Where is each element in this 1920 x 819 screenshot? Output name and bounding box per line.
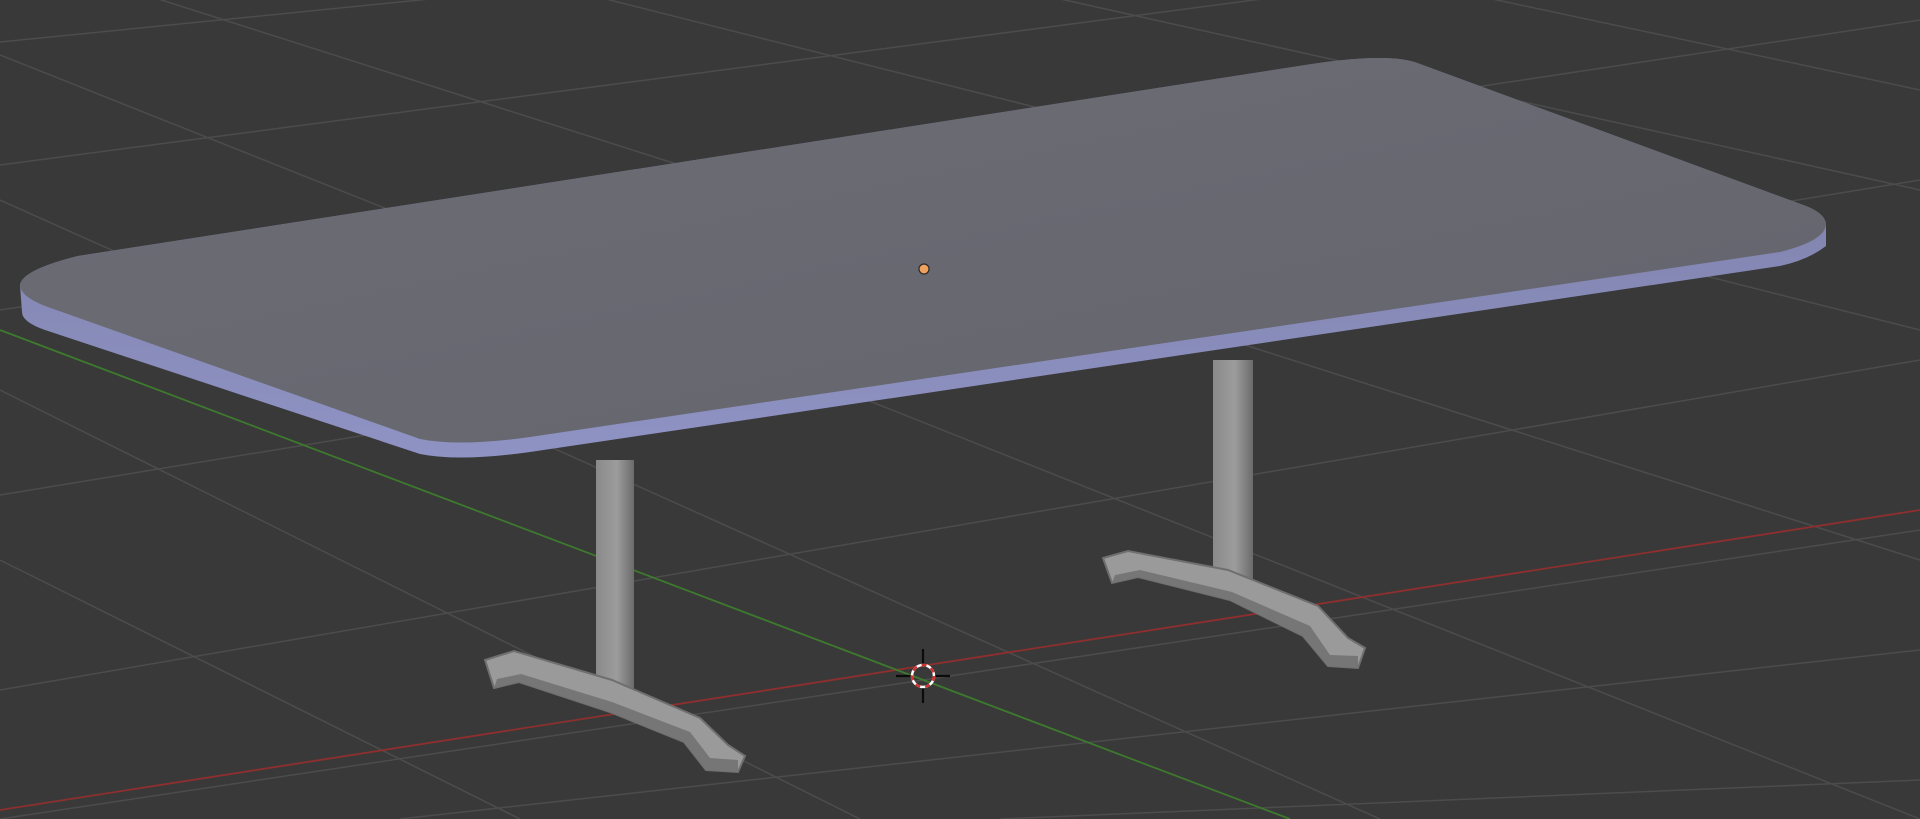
object-origin-icon[interactable] — [918, 263, 930, 275]
table-top[interactable] — [20, 58, 1826, 458]
front-leg-post[interactable] — [596, 460, 634, 688]
3d-viewport[interactable] — [0, 0, 1920, 819]
x-axis-line — [0, 509, 1920, 811]
viewport-canvas[interactable] — [0, 0, 1920, 819]
3d-cursor-icon[interactable] — [896, 649, 950, 703]
rear-leg-post[interactable] — [1213, 360, 1253, 580]
